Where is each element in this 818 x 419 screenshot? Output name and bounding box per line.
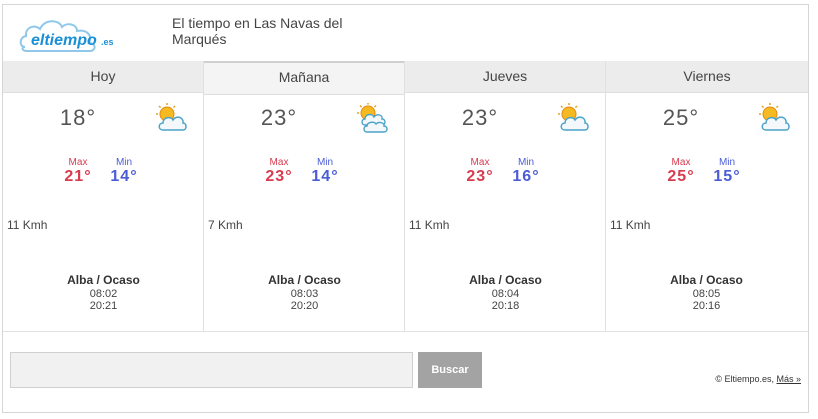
max-value: 23°: [265, 168, 293, 185]
more-link[interactable]: Más »: [776, 374, 801, 384]
sun-times: Alba / Ocaso 08:05 20:16: [606, 273, 807, 312]
sunrise: 08:04: [491, 288, 520, 300]
wind-speed: 11 Kmh: [7, 218, 48, 232]
sun-times: Alba / Ocaso 08:02 20:21: [3, 273, 204, 312]
sun-title: Alba / Ocaso: [670, 273, 743, 287]
day-name: Jueves: [405, 61, 605, 93]
location-title: El tiempo en Las Navas del Marqués: [172, 15, 343, 47]
search-button[interactable]: Buscar: [418, 352, 482, 388]
current-temp: 25°: [662, 105, 700, 130]
sunrise: 08:05: [692, 288, 721, 300]
forecast-day-today: Hoy 18° Max 21° Min 14° 11 Kmh Alba / Oc…: [3, 61, 204, 331]
min-temp: Min 15°: [707, 157, 747, 186]
max-label: Max: [470, 157, 490, 168]
sun-title: Alba / Ocaso: [268, 273, 341, 287]
sunrise: 08:02: [89, 288, 118, 300]
max-temp: Max 21°: [58, 157, 98, 186]
min-value: 15°: [713, 168, 741, 185]
min-label: Min: [115, 157, 133, 168]
min-label: Min: [718, 157, 736, 168]
sun-cloud-icon: [558, 103, 589, 131]
widget-footer: Buscar © Eltiempo.es, Más »: [3, 331, 808, 413]
sun-cloud-icon: [759, 103, 790, 131]
forecast-days: Hoy 18° Max 21° Min 14° 11 Kmh Alba / Oc…: [3, 61, 808, 331]
min-value: 16°: [512, 168, 540, 185]
min-label: Min: [517, 157, 535, 168]
sunset: 20:18: [491, 300, 520, 312]
svg-text:.es: .es: [101, 37, 114, 47]
max-label: Max: [269, 157, 289, 168]
day-name: Hoy: [3, 61, 203, 93]
max-value: 23°: [466, 168, 494, 185]
current-temp: 23°: [461, 105, 499, 130]
forecast-day-tomorrow: Mañana 23° Max 23° Min 14° 7 Kmh Alba / …: [204, 61, 405, 331]
wind-speed: 11 Kmh: [409, 218, 450, 232]
max-value: 21°: [64, 168, 92, 185]
svg-text:eltiempo: eltiempo: [31, 32, 97, 49]
max-temp: Max 25°: [661, 157, 701, 186]
current-temp: 18°: [59, 105, 97, 130]
day-name: Viernes: [606, 61, 808, 93]
min-value: 14°: [311, 168, 339, 185]
sun-times: Alba / Ocaso 08:04 20:18: [405, 273, 606, 312]
max-label: Max: [68, 157, 88, 168]
sun-clouds-icon: [357, 103, 388, 133]
forecast-day-friday: Viernes 25° Max 25° Min 15° 11 Kmh Alba …: [606, 61, 808, 331]
sunrise: 08:03: [290, 288, 319, 300]
min-temp: Min 16°: [506, 157, 546, 186]
sun-title: Alba / Ocaso: [67, 273, 140, 287]
weather-widget: eltiempo .es El tiempo en Las Navas del …: [2, 4, 809, 413]
min-temp: Min 14°: [104, 157, 144, 186]
current-temp: 23°: [260, 105, 298, 130]
copyright-notice: © Eltiempo.es, Más »: [715, 374, 801, 384]
sunset: 20:16: [692, 300, 721, 312]
eltiempo-logo[interactable]: eltiempo .es: [17, 13, 135, 55]
sun-title: Alba / Ocaso: [469, 273, 542, 287]
day-name: Mañana: [204, 61, 404, 95]
sun-times: Alba / Ocaso 08:03 20:20: [204, 273, 405, 312]
wind-speed: 11 Kmh: [610, 218, 651, 232]
sunset: 20:21: [89, 300, 118, 312]
max-temp: Max 23°: [259, 157, 299, 186]
location-search-input[interactable]: [10, 352, 413, 388]
sunset: 20:20: [290, 300, 319, 312]
max-label: Max: [671, 157, 691, 168]
wind-speed: 7 Kmh: [208, 218, 243, 232]
min-temp: Min 14°: [305, 157, 345, 186]
widget-header: eltiempo .es El tiempo en Las Navas del …: [3, 5, 808, 62]
min-value: 14°: [110, 168, 138, 185]
copyright-text: © Eltiempo.es,: [715, 374, 774, 384]
sun-cloud-icon: [156, 103, 187, 131]
max-value: 25°: [667, 168, 695, 185]
min-label: Min: [316, 157, 334, 168]
max-temp: Max 23°: [460, 157, 500, 186]
forecast-day-thursday: Jueves 23° Max 23° Min 16° 11 Kmh Alba /…: [405, 61, 606, 331]
